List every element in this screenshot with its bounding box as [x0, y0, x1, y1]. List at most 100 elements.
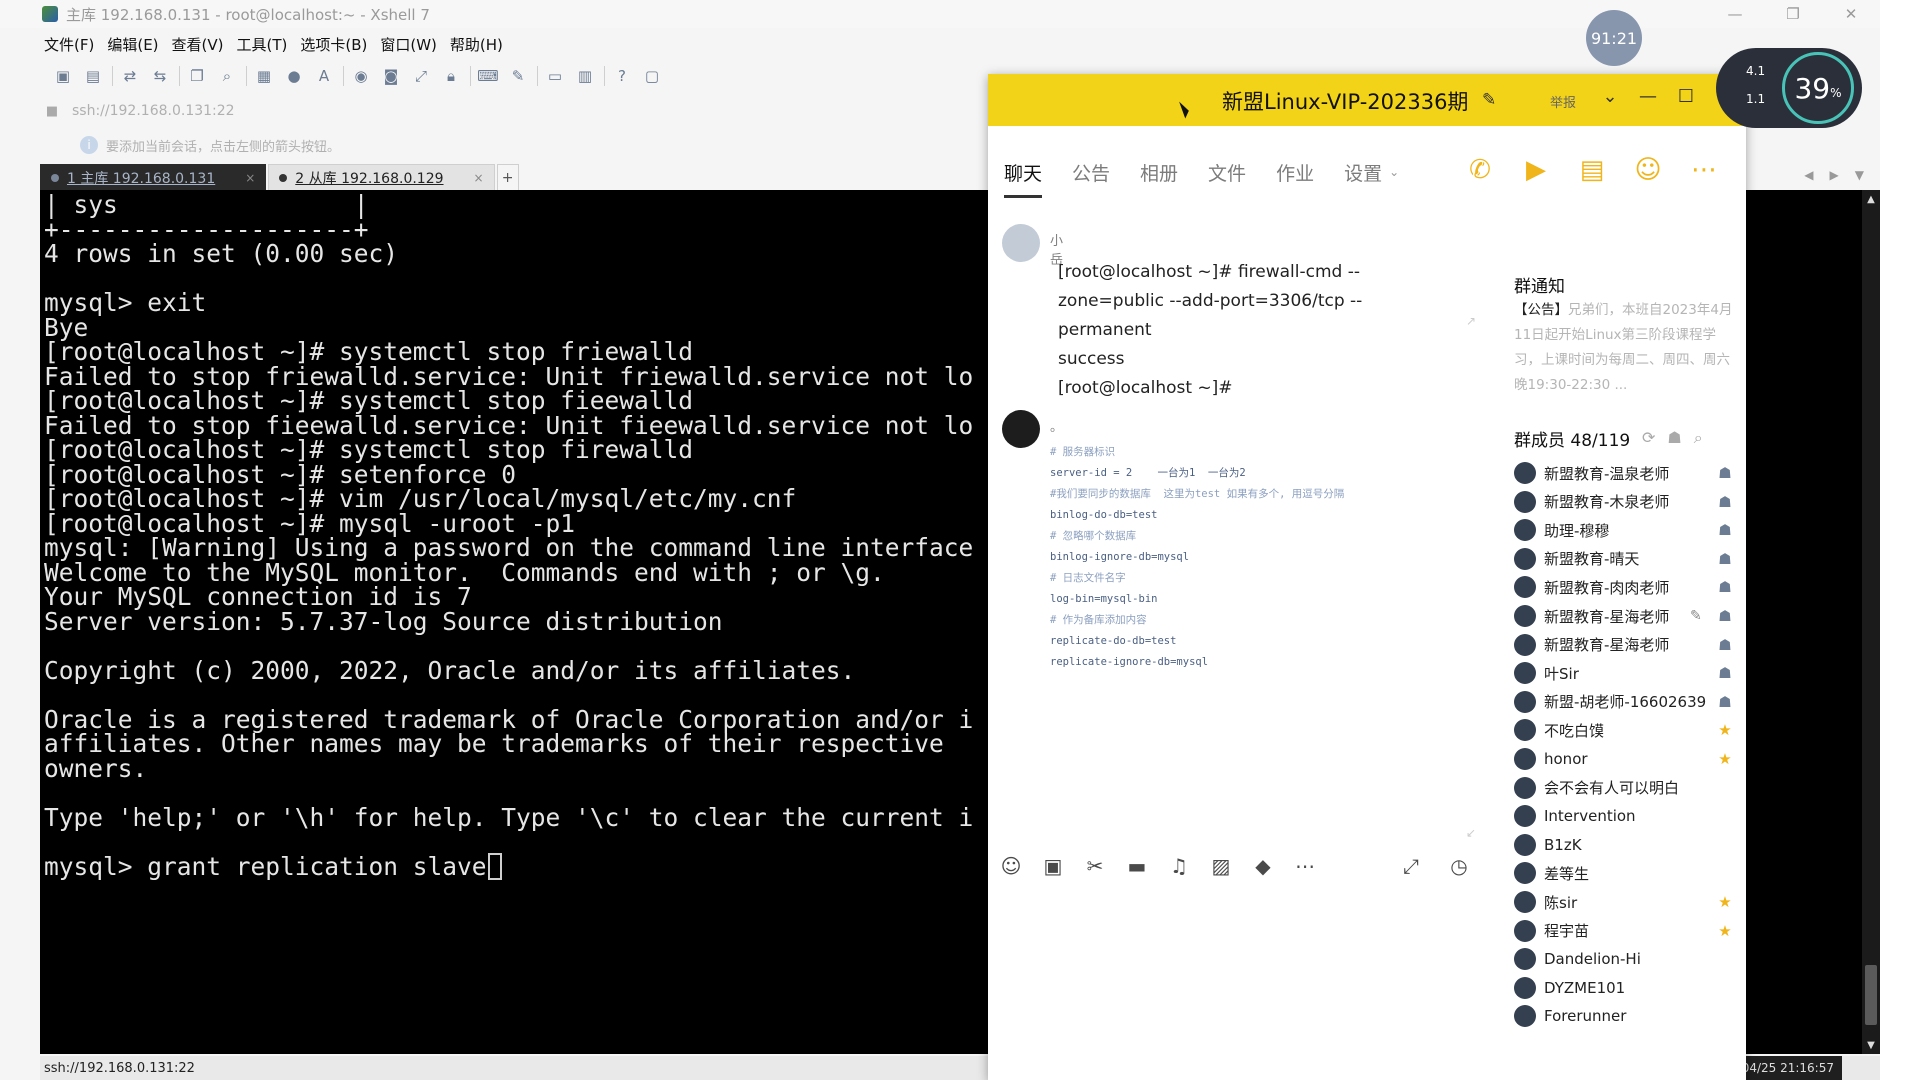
- recording-timer[interactable]: 91:21: [1586, 10, 1642, 66]
- new-session-icon[interactable]: ▣: [52, 65, 74, 87]
- open-folder-icon[interactable]: ▤: [82, 65, 104, 87]
- collapse-icon[interactable]: ↗: [1466, 314, 1476, 328]
- help-icon[interactable]: ?: [611, 65, 633, 87]
- toolbar-separator: [537, 66, 538, 86]
- chat-bubble-icon[interactable]: ▢: [641, 65, 663, 87]
- tab-homework[interactable]: 作业: [1276, 152, 1314, 192]
- record-icon[interactable]: ◙: [380, 65, 402, 87]
- tab-announcement[interactable]: 公告: [1072, 152, 1110, 192]
- emoji-icon[interactable]: ☺: [1632, 154, 1664, 186]
- font-icon[interactable]: A: [313, 65, 335, 87]
- layout-icon[interactable]: ▥: [574, 65, 596, 87]
- lock-icon[interactable]: 🔒︎: [440, 65, 462, 87]
- avatar[interactable]: [1002, 224, 1040, 262]
- globe-icon[interactable]: ●: [283, 65, 305, 87]
- close-button[interactable]: ✕: [1822, 0, 1880, 28]
- emoji-icon[interactable]: ☺: [998, 853, 1024, 879]
- network-speed-widget[interactable]: 4.1 1.1 39%: [1716, 48, 1862, 128]
- menu-edit[interactable]: 编辑(E): [107, 34, 158, 55]
- maximize-button[interactable]: ☐: [1674, 86, 1698, 107]
- member-avatar: [1514, 547, 1536, 570]
- menu-window[interactable]: 窗口(W): [380, 34, 437, 55]
- session-status-icon: [279, 173, 288, 182]
- edit-name-icon[interactable]: ✎: [1482, 90, 1496, 110]
- bell-icon[interactable]: ◆: [1250, 853, 1276, 879]
- music-icon[interactable]: ♫: [1166, 853, 1192, 879]
- xftp-icon[interactable]: ◉: [350, 65, 372, 87]
- terminal-line: Copyright (c) 2000, 2022, Oracle and/or …: [44, 655, 856, 685]
- member-name: 新盟教育-肉肉老师: [1544, 578, 1670, 597]
- folder-icon[interactable]: ▬: [1124, 853, 1150, 879]
- member-name: Dandelion-Hi: [1544, 950, 1641, 969]
- edit-icon[interactable]: ✎: [1690, 608, 1702, 624]
- script-icon[interactable]: ✎: [507, 65, 529, 87]
- menu-tabs[interactable]: 选项卡(B): [300, 34, 367, 55]
- admin-icon: ☗: [1718, 521, 1732, 540]
- message-image[interactable]: # 服务器标识 server-id = 2 一台为1 一台为2 #我们要同步的数据库…: [1050, 442, 1410, 673]
- restore-button[interactable]: ❐: [1764, 0, 1822, 28]
- notice-body[interactable]: 【公告】兄弟们，本班自2023年4月11日起开始Linux第三阶段课程学习，上课…: [1514, 298, 1736, 398]
- tab-next-icon[interactable]: ▶: [1830, 168, 1839, 182]
- scroll-up-icon[interactable]: ▲: [1862, 190, 1880, 208]
- history-icon[interactable]: ◷: [1446, 853, 1472, 879]
- disconnect-icon[interactable]: ⇆: [149, 65, 171, 87]
- more-icon[interactable]: ⋯: [1292, 853, 1318, 879]
- properties-icon[interactable]: ▦: [253, 65, 275, 87]
- member-avatar: [1514, 833, 1536, 856]
- menu-help[interactable]: 帮助(H): [450, 34, 503, 55]
- address-url[interactable]: ssh://192.168.0.131:22: [72, 103, 235, 119]
- tab-session-1[interactable]: 1 主库 192.168.0.131 ×: [40, 164, 267, 190]
- gif-icon[interactable]: ▣: [1040, 853, 1066, 879]
- tab-list-icon[interactable]: ▼: [1855, 168, 1864, 182]
- tab-prev-icon[interactable]: ◀: [1804, 168, 1813, 182]
- connect-icon[interactable]: ⇄: [119, 65, 141, 87]
- fullscreen-icon[interactable]: ⤢: [410, 65, 432, 87]
- image-icon[interactable]: ▨: [1208, 853, 1234, 879]
- code-line: replicate-do-db=test: [1050, 635, 1177, 647]
- group-name: 新盟Linux-VIP-202336期: [1222, 90, 1469, 114]
- avatar[interactable]: [1002, 410, 1040, 448]
- minimize-button[interactable]: —: [1706, 0, 1764, 28]
- tab-close-icon[interactable]: ×: [474, 171, 484, 185]
- search-icon[interactable]: ⌕: [1694, 428, 1703, 448]
- tab-album[interactable]: 相册: [1140, 152, 1178, 192]
- find-icon[interactable]: ⌕: [216, 65, 238, 87]
- member-name: 叶Sir: [1544, 664, 1579, 683]
- new-tab-button[interactable]: +: [496, 164, 519, 190]
- member-avatar: [1514, 919, 1536, 942]
- minimize-button[interactable]: —: [1636, 86, 1660, 107]
- code-line: #我们要同步的数据库 这里为test 如果有多个, 用逗号分隔: [1050, 488, 1345, 500]
- compose-icon[interactable]: ▭: [544, 65, 566, 87]
- member-row[interactable]: Forerunner: [1514, 999, 1746, 1033]
- report-button[interactable]: 举报: [1550, 92, 1576, 111]
- expand-input-icon[interactable]: ⤢: [1398, 853, 1424, 879]
- toolbar-separator: [246, 66, 247, 86]
- tab-files[interactable]: 文件: [1208, 152, 1246, 192]
- video-icon[interactable]: ▶: [1520, 154, 1552, 186]
- add-member-icon[interactable]: ☗: [1667, 428, 1681, 448]
- chat-area: 小岳 [root@localhost ~]# firewall-cmd -- zo…: [988, 200, 1502, 878]
- menu-view[interactable]: 查看(V): [172, 34, 224, 55]
- whiteboard-icon[interactable]: ▤: [1576, 154, 1608, 186]
- scroll-down-icon[interactable]: ▼: [1862, 1036, 1880, 1054]
- menu-tools[interactable]: 工具(T): [237, 34, 288, 55]
- session-status-icon: [51, 173, 59, 182]
- member-avatar: [1514, 462, 1536, 484]
- tab-session-2[interactable]: 2 从库 192.168.0.129 ×: [268, 164, 495, 190]
- more-icon[interactable]: ⋯: [1688, 154, 1720, 186]
- scissors-icon[interactable]: ✂: [1082, 853, 1108, 879]
- terminal-scrollbar[interactable]: ▲ ▼: [1862, 190, 1880, 1054]
- phone-icon[interactable]: ✆: [1464, 154, 1496, 186]
- tab-close-icon[interactable]: ×: [245, 171, 255, 185]
- tab-chat[interactable]: 聊天: [1004, 152, 1043, 198]
- expand-icon[interactable]: ↙: [1466, 826, 1476, 840]
- refresh-icon[interactable]: ⟳: [1642, 428, 1655, 448]
- tab-settings[interactable]: 设置: [1344, 152, 1382, 192]
- member-name: honor: [1544, 750, 1588, 768]
- dropdown-icon[interactable]: ⌄: [1598, 86, 1622, 107]
- copy-icon[interactable]: ❐: [186, 65, 208, 87]
- scroll-thumb[interactable]: [1865, 965, 1877, 1025]
- keyboard-icon[interactable]: ⌨: [477, 65, 499, 87]
- member-avatar: [1514, 748, 1536, 770]
- menu-file[interactable]: 文件(F): [44, 34, 94, 55]
